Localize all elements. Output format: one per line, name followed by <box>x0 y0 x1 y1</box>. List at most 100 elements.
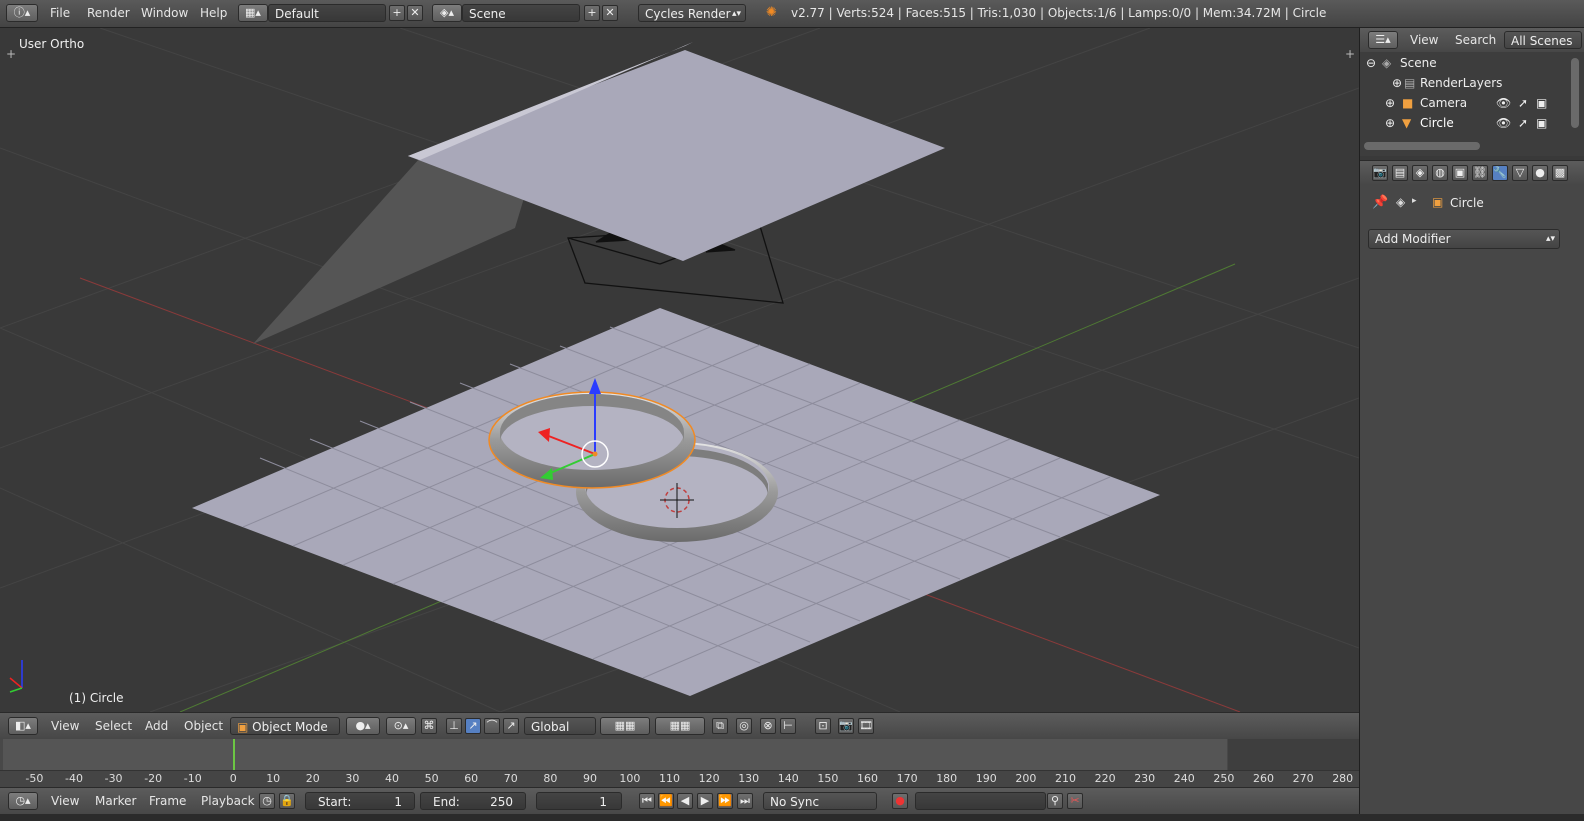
play-reverse-icon[interactable]: ◀ <box>677 793 693 809</box>
editor-type-button[interactable]: ⓘ▴ <box>6 4 38 22</box>
add-modifier-select[interactable]: Add Modifier ▴▾ <box>1368 229 1560 249</box>
ring-selected[interactable] <box>488 391 696 489</box>
object-tab-icon[interactable]: ▣ <box>1452 165 1468 181</box>
expand-icon[interactable]: ⊕ <box>1385 113 1395 133</box>
proportional-edit-icon[interactable]: ◎ <box>736 718 752 734</box>
visibility-eye-icon[interactable]: 👁 <box>1496 93 1511 113</box>
layers-grid-b[interactable]: ▦▦ <box>655 717 705 735</box>
area-split-corner-icon[interactable]: + <box>1345 47 1355 61</box>
window-menu[interactable]: Window <box>141 6 188 20</box>
help-menu[interactable]: Help <box>200 6 227 20</box>
manipulator-extra-icon[interactable]: ↗ <box>503 718 519 734</box>
lock-time-icon[interactable]: 🔒 <box>279 793 295 809</box>
viewport-shading-button[interactable]: ●▴ <box>346 717 380 735</box>
delete-layout-button[interactable]: ✕ <box>407 5 423 21</box>
timeline-view-menu[interactable]: View <box>51 794 79 808</box>
object-menu[interactable]: Object <box>184 719 223 733</box>
render-camera-icon[interactable]: ▣ <box>1536 93 1547 113</box>
translate-manipulator-icon[interactable]: ⊥ <box>446 718 462 734</box>
play-icon[interactable]: ▶ <box>697 793 713 809</box>
playback-menu[interactable]: Playback <box>201 794 255 808</box>
render-menu[interactable]: Render <box>87 6 130 20</box>
outliner-view-menu[interactable]: View <box>1410 33 1438 47</box>
sync-mode-select[interactable]: No Sync <box>763 792 877 810</box>
outliner-scrollbar-h[interactable] <box>1364 142 1480 150</box>
select-arrow-icon[interactable]: ➚ <box>1518 93 1528 113</box>
current-frame-field[interactable]: 1 <box>536 792 622 810</box>
editor-type-button[interactable]: ☰▴ <box>1368 31 1398 49</box>
timeline-area[interactable]: -50 -40 -30 -20 -10 0 10 20 30 40 50 60 70 80 90 100 110… <box>0 739 1359 787</box>
view-menu[interactable]: View <box>51 719 79 733</box>
snap-element-icon[interactable]: ⊡ <box>815 718 831 734</box>
expand-icon[interactable]: ⊕ <box>1392 73 1402 93</box>
viewport-canvas[interactable]: + + <box>0 28 1359 712</box>
expand-icon[interactable]: ⊕ <box>1385 93 1395 113</box>
transform-orientation-select[interactable]: Global <box>524 717 596 735</box>
world-tab-icon[interactable]: ◍ <box>1432 165 1448 181</box>
render-camera-icon[interactable]: ▣ <box>1536 113 1547 133</box>
constraints-tab-icon[interactable]: ⛓ <box>1472 165 1488 181</box>
keying-set-field[interactable] <box>915 792 1046 810</box>
render-layers-tab-icon[interactable]: ▤ <box>1392 165 1408 181</box>
scale-manipulator-icon[interactable]: ⌒ <box>484 718 500 734</box>
outliner-tree[interactable]: ⊖ ◈ Scene ⊕ ▤ RenderLayers ⊕ ■ Camera 👁 … <box>1360 52 1584 156</box>
snap-target-icon[interactable]: ⊢ <box>780 718 796 734</box>
render-tab-icon[interactable]: 📷 <box>1372 165 1388 181</box>
scene-field[interactable]: Scene <box>462 4 580 22</box>
add-menu[interactable]: Add <box>145 719 168 733</box>
render-animation-icon[interactable]: 🎞 <box>858 718 874 734</box>
delete-keyframe-icon[interactable]: ✂ <box>1067 793 1083 809</box>
3d-viewport[interactable]: + + User Ortho (1) Circle <box>0 28 1359 712</box>
end-frame-field[interactable]: End: 250 <box>420 792 526 810</box>
start-frame-field[interactable]: Start: 1 <box>305 792 415 810</box>
pivot-point-button[interactable]: ⊙▴ <box>386 717 416 735</box>
timeline-strip[interactable] <box>3 739 1227 770</box>
render-image-icon[interactable]: 📷 <box>838 718 854 734</box>
area-split-corner-icon[interactable]: + <box>6 47 16 61</box>
screen-layout-icon[interactable]: ▦▴ <box>238 4 268 22</box>
jump-end-icon[interactable]: ⏭ <box>737 793 753 809</box>
snap-icon[interactable]: ⊗ <box>760 718 776 734</box>
outliner-search-menu[interactable]: Search <box>1455 33 1496 47</box>
outliner-row-scene[interactable]: ⊖ ◈ Scene <box>1360 53 1584 73</box>
preview-range-icon[interactable]: ◷ <box>259 793 275 809</box>
frame-menu[interactable]: Frame <box>149 794 186 808</box>
interaction-mode-select[interactable]: ▣ Object Mode <box>230 717 340 735</box>
add-scene-button[interactable]: + <box>584 5 600 21</box>
scene-tab-icon[interactable]: ◈ <box>1412 165 1428 181</box>
delete-scene-button[interactable]: ✕ <box>602 5 618 21</box>
jump-start-icon[interactable]: ⏮ <box>639 793 655 809</box>
modifiers-tab-icon[interactable]: 🔧 <box>1492 165 1508 181</box>
data-tab-icon[interactable]: ▽ <box>1512 165 1528 181</box>
screen-layout-field[interactable]: Default <box>268 4 386 22</box>
render-engine-select[interactable]: Cycles Render ▴▾ <box>638 4 746 22</box>
next-keyframe-icon[interactable]: ⏩ <box>717 793 733 809</box>
file-menu[interactable]: File <box>50 6 70 20</box>
current-frame-marker[interactable] <box>233 739 235 770</box>
marker-menu[interactable]: Marker <box>95 794 136 808</box>
layers-grid-a[interactable]: ▦▦ <box>600 717 650 735</box>
editor-type-button[interactable]: ◷▴ <box>8 792 38 810</box>
select-arrow-icon[interactable]: ➚ <box>1518 113 1528 133</box>
prev-keyframe-icon[interactable]: ⏪ <box>658 793 674 809</box>
select-menu[interactable]: Select <box>95 719 132 733</box>
add-layout-button[interactable]: + <box>389 5 405 21</box>
scene-icon[interactable]: ◈▴ <box>432 4 462 22</box>
material-tab-icon[interactable]: ● <box>1532 165 1548 181</box>
timeline-ruler[interactable]: -50 -40 -30 -20 -10 0 10 20 30 40 50 60 70 80 90 100 110… <box>0 770 1359 787</box>
outliner-row-camera[interactable]: ⊕ ■ Camera 👁 ➚ ▣ <box>1360 93 1584 113</box>
display-mode-select[interactable]: All Scenes <box>1504 31 1582 49</box>
collapse-icon[interactable]: ⊖ <box>1366 53 1376 73</box>
record-icon[interactable]: ● <box>892 793 908 809</box>
texture-tab-icon[interactable]: ▩ <box>1552 165 1568 181</box>
outliner-row-circle[interactable]: ⊕ ▼ Circle 👁 ➚ ▣ <box>1360 113 1584 133</box>
outliner-scrollbar-v[interactable] <box>1571 58 1579 128</box>
pin-icon[interactable]: 📌 <box>1372 195 1388 210</box>
manipulator-toggle[interactable]: ⌘ <box>421 718 437 734</box>
rotate-manipulator-icon[interactable]: ↗ <box>465 718 481 734</box>
outliner-row-renderlayers[interactable]: ⊕ ▤ RenderLayers <box>1360 73 1584 93</box>
editor-type-button[interactable]: ◧▴ <box>8 717 38 735</box>
visibility-eye-icon[interactable]: 👁 <box>1496 113 1511 133</box>
lock-layers-icon[interactable]: ⧉ <box>712 718 728 734</box>
insert-keyframe-icon[interactable]: ⚲ <box>1047 793 1063 809</box>
